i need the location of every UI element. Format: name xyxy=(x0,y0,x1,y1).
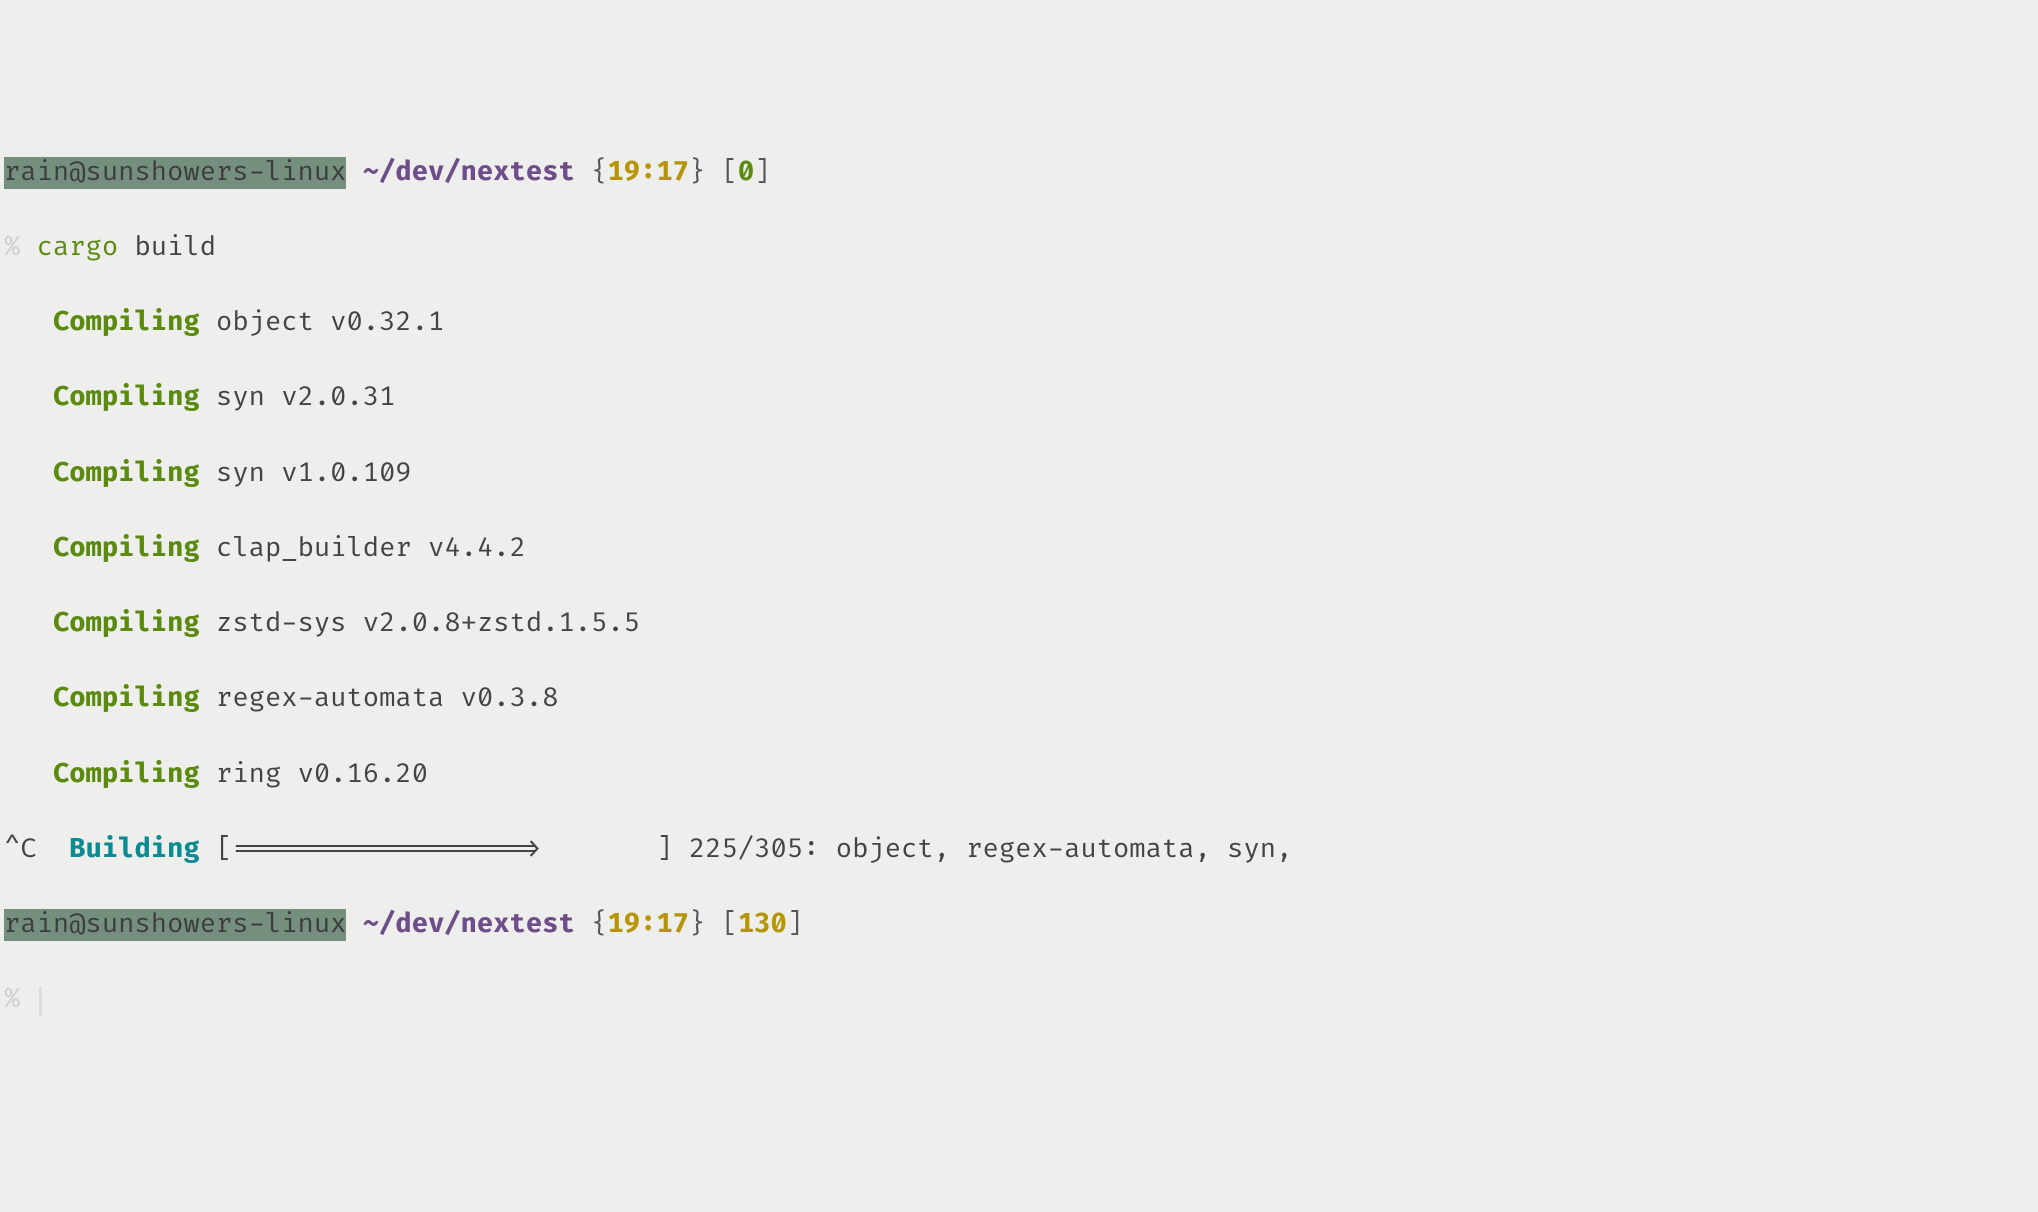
progress-bar-space xyxy=(542,834,656,866)
crate: clap_builder v4.4.2 xyxy=(216,533,526,565)
brace-open: { xyxy=(591,157,607,189)
compile-line: Compiling syn v2.0.31 xyxy=(4,380,2034,418)
bracket-close: ] xyxy=(787,909,803,941)
compile-line: Compiling zstd-sys v2.0.8+zstd.1.5.5 xyxy=(4,606,2034,644)
compile-line: Compiling syn v1.0.109 xyxy=(4,456,2034,494)
progress-count: 225/305: xyxy=(689,834,819,866)
cursor-icon xyxy=(39,987,42,1016)
ctrl-c: ^C xyxy=(4,834,37,866)
compile-line: Compiling clap_builder v4.4.2 xyxy=(4,531,2034,569)
crate: object v0.32.1 xyxy=(216,307,444,339)
bracket-close: ] xyxy=(754,157,770,189)
compiling-verb: Compiling xyxy=(53,533,200,565)
brace-close: } xyxy=(689,909,705,941)
progress-bar-close: ] xyxy=(656,834,672,866)
time: 19:17 xyxy=(607,909,689,941)
time: 19:17 xyxy=(607,157,689,189)
prompt-symbol: % xyxy=(4,984,20,1016)
prompt-line-2: rain@sunshowers-linux ~/dev/nextest {19:… xyxy=(4,907,2034,945)
building-line: ^C Building [==================> ] 225/3… xyxy=(4,832,2034,870)
cwd: ~/dev/nextest xyxy=(363,909,575,941)
crate: syn v1.0.109 xyxy=(216,458,412,490)
compiling-verb: Compiling xyxy=(53,458,200,490)
crate: syn v2.0.31 xyxy=(216,382,395,414)
compile-line: Compiling ring v0.16.20 xyxy=(4,757,2034,795)
progress-bar-open: [ xyxy=(216,834,232,866)
bracket-open: [ xyxy=(722,909,738,941)
progress-tail: object, regex-automata, syn, xyxy=(836,834,1293,866)
crate: regex-automata v0.3.8 xyxy=(216,683,558,715)
brace-open: { xyxy=(591,909,607,941)
crate: ring v0.16.20 xyxy=(216,759,428,791)
exit-code: 0 xyxy=(738,157,754,189)
building-verb: Building xyxy=(69,834,199,866)
progress-bar-fill: ==================> xyxy=(232,834,542,866)
exit-code: 130 xyxy=(738,909,787,941)
empty-prompt-line[interactable]: % xyxy=(4,982,2034,1020)
compiling-verb: Compiling xyxy=(53,683,200,715)
compile-line: Compiling regex-automata v0.3.8 xyxy=(4,681,2034,719)
userhost: rain@sunshowers-linux xyxy=(4,909,346,941)
compiling-verb: Compiling xyxy=(53,382,200,414)
bracket-open: [ xyxy=(722,157,738,189)
command-line[interactable]: % cargo build xyxy=(4,230,2034,268)
prompt-symbol: % xyxy=(4,232,20,264)
compile-line: Compiling object v0.32.1 xyxy=(4,305,2034,343)
cwd: ~/dev/nextest xyxy=(363,157,575,189)
userhost: rain@sunshowers-linux xyxy=(4,157,346,189)
cmd-arg: build xyxy=(134,232,216,264)
cmd-cargo: cargo xyxy=(37,232,119,264)
crate: zstd-sys v2.0.8+zstd.1.5.5 xyxy=(216,608,640,640)
prompt-line-1: rain@sunshowers-linux ~/dev/nextest {19:… xyxy=(4,155,2034,193)
compiling-verb: Compiling xyxy=(53,608,200,640)
brace-close: } xyxy=(689,157,705,189)
compiling-verb: Compiling xyxy=(53,759,200,791)
compiling-verb: Compiling xyxy=(53,307,200,339)
